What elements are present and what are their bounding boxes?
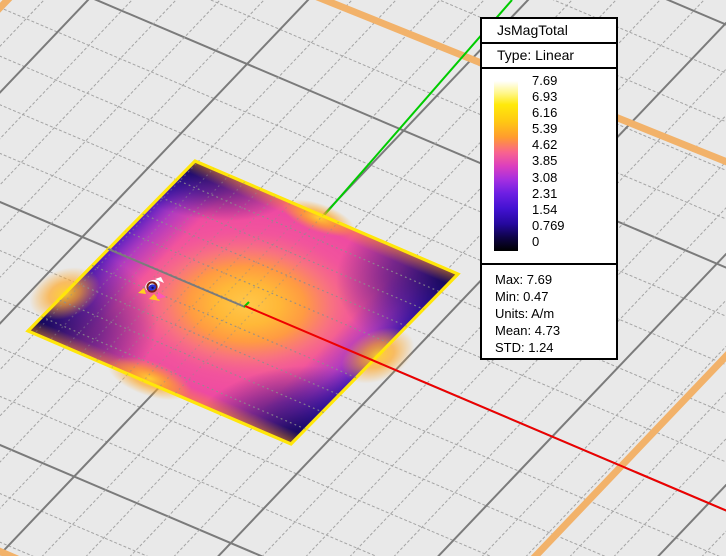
colorbar-cell: 7.696.936.165.394.623.853.082.311.540.76… (482, 69, 616, 265)
colorbar-tick: 6.93 (532, 89, 612, 105)
colorbar-tick: 0 (532, 234, 612, 250)
legend-stats: Max: 7.69Min: 0.47Units: A/mMean: 4.73ST… (482, 265, 616, 356)
colorbar-tick: 3.08 (532, 170, 612, 186)
legend-stat: STD: 1.24 (495, 339, 616, 356)
legend-panel[interactable]: JsMagTotal Type: Linear 7.696.936.165.39… (480, 17, 618, 360)
legend-stat: Min: 0.47 (495, 288, 616, 305)
legend-stat: Units: A/m (495, 305, 616, 322)
legend-stat: Max: 7.69 (495, 271, 616, 288)
colorbar-tick: 7.69 (532, 73, 612, 89)
colorbar-tick: 0.769 (532, 218, 612, 234)
colorbar-tick: 6.16 (532, 105, 612, 121)
legend-type: Type: Linear (482, 44, 616, 69)
colorbar-tick: 2.31 (532, 186, 612, 202)
colorbar-tick: 4.62 (532, 137, 612, 153)
colorbar-tick: 1.54 (532, 202, 612, 218)
viewport-3d[interactable]: JsMagTotal Type: Linear 7.696.936.165.39… (0, 0, 726, 556)
colorbar-tick: 5.39 (532, 121, 612, 137)
colorbar-gradient (494, 81, 518, 251)
colorbar-ticks: 7.696.936.165.394.623.853.082.311.540.76… (532, 73, 612, 250)
legend-stat: Mean: 4.73 (495, 322, 616, 339)
legend-title: JsMagTotal (482, 19, 616, 44)
colorbar-tick: 3.85 (532, 153, 612, 169)
